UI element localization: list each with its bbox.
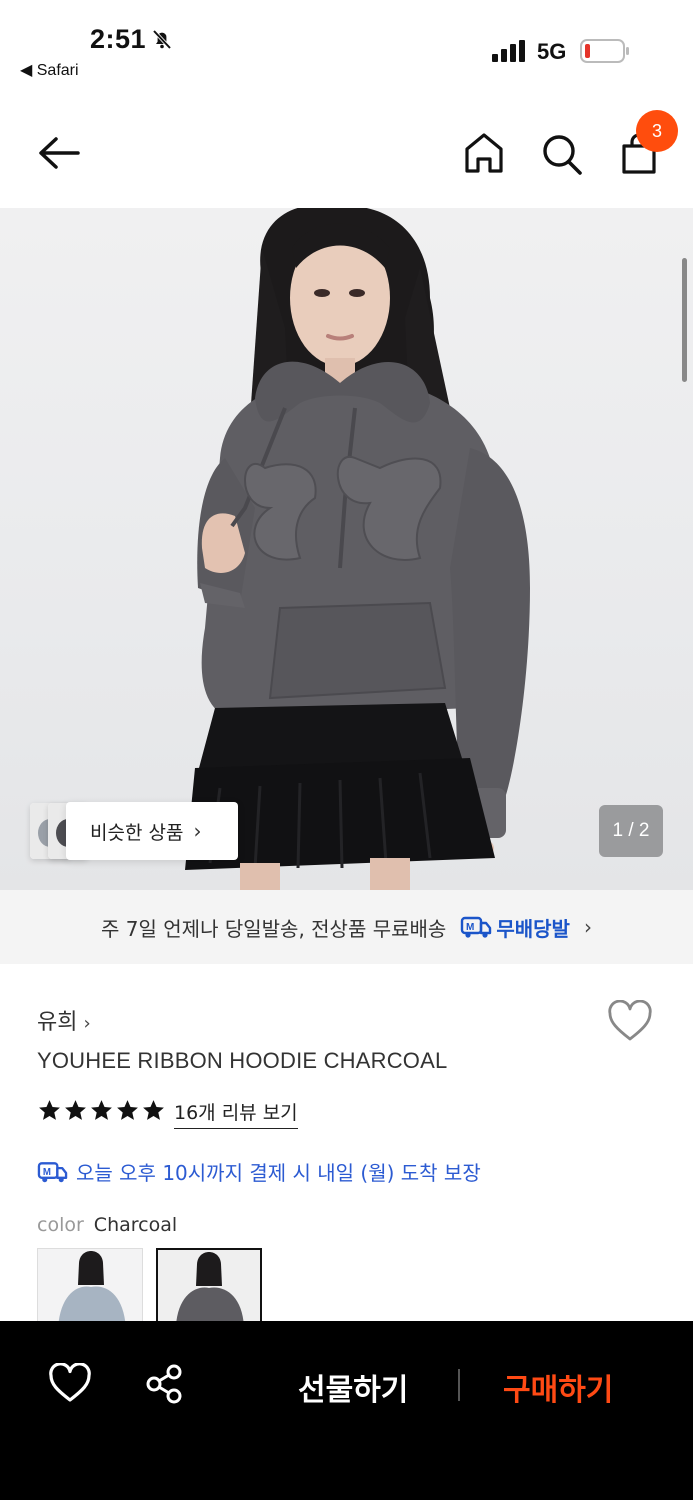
star-icon	[39, 1100, 60, 1120]
heart-icon[interactable]	[607, 1000, 653, 1044]
product-photo	[185, 208, 530, 890]
cart-count-badge: 3	[636, 110, 678, 152]
network-type: 5G	[537, 39, 567, 64]
heart-icon[interactable]	[48, 1363, 92, 1405]
chevron-right-icon: ›	[83, 1013, 91, 1034]
color-swatch-charcoal[interactable]	[156, 1248, 262, 1328]
gift-button[interactable]: 선물하기	[298, 1365, 408, 1409]
star-icon	[91, 1100, 112, 1120]
similar-products-label: 비슷한 상품	[90, 821, 184, 844]
image-page-indicator: 1 / 2	[599, 805, 663, 857]
reviews-link[interactable]: 16개 리뷰 보기	[174, 1098, 298, 1129]
star-icon	[143, 1100, 164, 1120]
rating-stars	[37, 1098, 166, 1126]
svg-text:M: M	[466, 922, 474, 933]
status-time: 2:51	[90, 24, 147, 54]
bottom-action-bar: 선물하기 구매하기	[0, 1321, 693, 1500]
color-label: color	[37, 1214, 84, 1236]
similar-products-button[interactable]: 비슷한 상품 ›	[66, 802, 238, 860]
product-image-carousel[interactable]	[0, 208, 693, 890]
home-icon[interactable]	[462, 130, 506, 176]
star-icon	[117, 1100, 138, 1120]
delivery-truck-icon: M	[37, 1161, 68, 1182]
delivery-banner-text: 주 7일 언제나 당일발송, 전상품 무료배송	[101, 916, 447, 941]
arrival-text: 오늘 오후 10시까지 결제 시 내일 (월) 도착 보장	[76, 1161, 481, 1185]
brand-link[interactable]: 유희 ›	[37, 1004, 91, 1036]
chevron-right-icon: ›	[193, 819, 202, 843]
back-to-safari-link[interactable]: ◀ Safari	[20, 60, 79, 80]
star-icon	[65, 1100, 86, 1120]
buy-button[interactable]: 구매하기	[503, 1365, 613, 1409]
cellular-signal-icon	[492, 40, 525, 62]
status-bar: 2:51 ◀ Safari 5G	[0, 0, 693, 100]
battery-icon	[580, 39, 629, 63]
bell-muted-icon	[152, 29, 172, 50]
brand-name: 유희	[37, 1010, 78, 1035]
svg-text:M: M	[43, 1166, 51, 1177]
back-arrow-icon[interactable]	[34, 130, 84, 176]
share-icon[interactable]	[144, 1363, 186, 1405]
search-icon[interactable]	[540, 130, 584, 176]
arrival-guarantee: M 오늘 오후 10시까지 결제 시 내일 (월) 도착 보장	[37, 1157, 481, 1186]
page-scroll-indicator	[682, 258, 687, 382]
chevron-right-icon: ›	[583, 915, 592, 939]
color-option-row: color Charcoal	[37, 1214, 177, 1236]
delivery-brand: 무배당발	[496, 916, 570, 941]
delivery-truck-icon: M	[461, 916, 492, 938]
divider	[458, 1369, 460, 1401]
product-title: YOUHEE RIBBON HOODIE CHARCOAL	[37, 1048, 448, 1073]
color-value: Charcoal	[93, 1214, 178, 1236]
delivery-banner[interactable]: 주 7일 언제나 당일발송, 전상품 무료배송 M 무배당발 ›	[0, 890, 693, 964]
color-swatch-gray[interactable]	[37, 1248, 143, 1328]
